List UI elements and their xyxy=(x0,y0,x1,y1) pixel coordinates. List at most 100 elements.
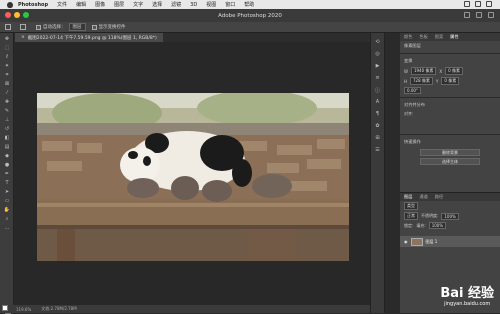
minimize-window-button[interactable] xyxy=(14,12,20,18)
type-tool-icon[interactable]: T xyxy=(2,179,12,186)
shape-tool-icon[interactable]: ▭ xyxy=(2,197,12,204)
frame-tool-icon[interactable]: ⊠ xyxy=(2,80,12,87)
search-icon[interactable] xyxy=(486,1,492,7)
remove-background-button[interactable]: 删除背景 xyxy=(420,149,480,156)
apple-icon[interactable] xyxy=(7,2,13,8)
stamp-tool-icon[interactable]: ⊥ xyxy=(2,116,12,123)
layer-kind-filter[interactable]: 类型 xyxy=(404,202,418,210)
tab-layers[interactable]: 图层 xyxy=(404,194,412,200)
zoom-tool-icon[interactable]: ⌕ xyxy=(2,215,12,222)
layer-name[interactable]: 图层 1 xyxy=(426,239,438,245)
select-subject-button[interactable]: 选择主体 xyxy=(420,158,480,165)
fill-label: 填充: xyxy=(416,223,425,229)
tab-paths[interactable]: 路径 xyxy=(435,194,443,200)
menu-layer[interactable]: 图层 xyxy=(114,1,124,8)
document-tabbar: × 截图2022-07-14 下午7.59.59.png @ 118%(图层 1… xyxy=(15,33,370,42)
menu-3d[interactable]: 3D xyxy=(190,2,197,8)
layer-item[interactable]: ◉ 图层 1 xyxy=(400,236,500,247)
foreground-color-swatch[interactable] xyxy=(2,305,8,311)
document-tab[interactable]: × 截图2022-07-14 下午7.59.59.png @ 118%(图层 1… xyxy=(15,33,163,42)
dodge-tool-icon[interactable]: ● xyxy=(2,161,12,168)
eraser-icon[interactable]: ◧ xyxy=(2,134,12,141)
align-section-title[interactable]: 对齐并分布 xyxy=(400,100,500,110)
move-tool-icon[interactable] xyxy=(20,24,26,30)
lasso-tool-icon[interactable]: ℓ xyxy=(2,53,12,60)
menu-type[interactable]: 文字 xyxy=(133,1,143,8)
workspace-icon[interactable] xyxy=(476,12,482,18)
menu-filter[interactable]: 滤镜 xyxy=(171,1,181,8)
tab-swatches[interactable]: 色板 xyxy=(419,34,427,40)
transform-controls-checkbox[interactable] xyxy=(92,25,97,30)
menu-select[interactable]: 选择 xyxy=(152,1,162,8)
glyph-icon[interactable]: A xyxy=(374,99,381,105)
auto-select-label: 自动选择： xyxy=(43,24,66,30)
visibility-eye-icon[interactable]: ◉ xyxy=(404,239,408,244)
menu-image[interactable]: 图像 xyxy=(95,1,105,8)
magic-wand-icon[interactable]: ✦ xyxy=(2,62,12,69)
fill-field[interactable]: 100% xyxy=(429,222,446,229)
more-tools-icon[interactable]: … xyxy=(2,224,12,231)
adjust-icon[interactable]: ≡ xyxy=(374,75,381,81)
opacity-field[interactable]: 100% xyxy=(441,213,458,220)
blend-mode-select[interactable]: 正常 xyxy=(404,212,418,220)
crop-tool-icon[interactable]: ⌗ xyxy=(2,71,12,78)
play-icon[interactable]: ▶ xyxy=(374,63,381,69)
tab-channels[interactable]: 通道 xyxy=(419,194,427,200)
document-tab-label: 截图2022-07-14 下午7.59.59.png @ 118%(图层 1, … xyxy=(28,35,157,41)
height-field[interactable]: 728 像素 xyxy=(410,77,433,85)
learn-icon[interactable]: ✿ xyxy=(374,123,381,129)
transform-section-title[interactable]: 变换 xyxy=(400,56,500,66)
quick-actions-title[interactable]: 快速操作 xyxy=(400,137,500,147)
history-brush-icon[interactable]: ↺ xyxy=(2,125,12,132)
close-tab-icon[interactable]: × xyxy=(21,35,25,40)
zoom-level[interactable]: 119.6% xyxy=(16,307,31,312)
x-field[interactable]: 0 像素 xyxy=(445,67,463,75)
title-right-icons xyxy=(464,12,494,18)
brush-settings-icon[interactable]: ◎ xyxy=(374,51,381,57)
gradient-tool-icon[interactable]: ▤ xyxy=(2,143,12,150)
divider xyxy=(400,53,500,54)
eyedropper-icon[interactable]: ⁄ xyxy=(2,89,12,96)
transform-controls-label: 显示变换控件 xyxy=(99,24,126,30)
mac-menubar: Photoshop 文件 编辑 图像 图层 文字 选择 滤镜 3D 视图 窗口 … xyxy=(0,0,500,9)
battery-icon[interactable] xyxy=(475,1,481,7)
angle-field[interactable]: 0.00° xyxy=(404,87,421,94)
blur-tool-icon[interactable]: ◆ xyxy=(2,152,12,159)
y-field[interactable]: 0 像素 xyxy=(441,77,459,85)
menu-view[interactable]: 视图 xyxy=(206,1,216,8)
share-icon[interactable] xyxy=(488,12,494,18)
hand-tool-icon[interactable]: ✋ xyxy=(2,206,12,213)
move-tool-icon[interactable]: ✥ xyxy=(2,35,12,42)
libraries-icon[interactable]: ⊞ xyxy=(374,135,381,141)
window-controls xyxy=(5,12,29,18)
width-field[interactable]: 1940 像素 xyxy=(411,67,436,75)
close-window-button[interactable] xyxy=(5,12,11,18)
menu-edit[interactable]: 编辑 xyxy=(76,1,86,8)
menu-window[interactable]: 窗口 xyxy=(225,1,235,8)
panda-photo[interactable] xyxy=(37,93,349,261)
tab-properties[interactable]: 属性 xyxy=(450,34,458,40)
marquee-tool-icon[interactable]: ⬚ xyxy=(2,44,12,51)
info-icon[interactable]: ⓘ xyxy=(374,87,381,93)
menu-help[interactable]: 帮助 xyxy=(244,1,254,8)
home-icon[interactable] xyxy=(5,24,11,30)
path-select-icon[interactable]: ➤ xyxy=(2,188,12,195)
history-icon[interactable]: ⟲ xyxy=(374,39,381,45)
auto-select-dropdown[interactable]: 图层 xyxy=(69,23,86,31)
auto-select-checkbox[interactable] xyxy=(36,25,41,30)
lock-row: 锁定: 填充: 100% xyxy=(400,221,500,230)
layers-tabs: 图层 通道 路径 xyxy=(400,193,500,201)
tab-color[interactable]: 颜色 xyxy=(404,34,412,40)
zoom-window-button[interactable] xyxy=(23,12,29,18)
layer-comps-icon[interactable]: ☰ xyxy=(374,147,381,153)
paragraph-icon[interactable]: ¶ xyxy=(374,111,381,117)
pen-tool-icon[interactable]: ✒ xyxy=(2,170,12,177)
healing-brush-icon[interactable]: ✚ xyxy=(2,98,12,105)
brush-tool-icon[interactable]: ✎ xyxy=(2,107,12,114)
menu-app[interactable]: Photoshop xyxy=(18,2,48,8)
search-icon[interactable] xyxy=(464,12,470,18)
menu-file[interactable]: 文件 xyxy=(57,1,67,8)
tab-patterns[interactable]: 图案 xyxy=(435,34,443,40)
align-row: 对齐: xyxy=(400,110,500,118)
wifi-icon[interactable] xyxy=(464,1,470,7)
